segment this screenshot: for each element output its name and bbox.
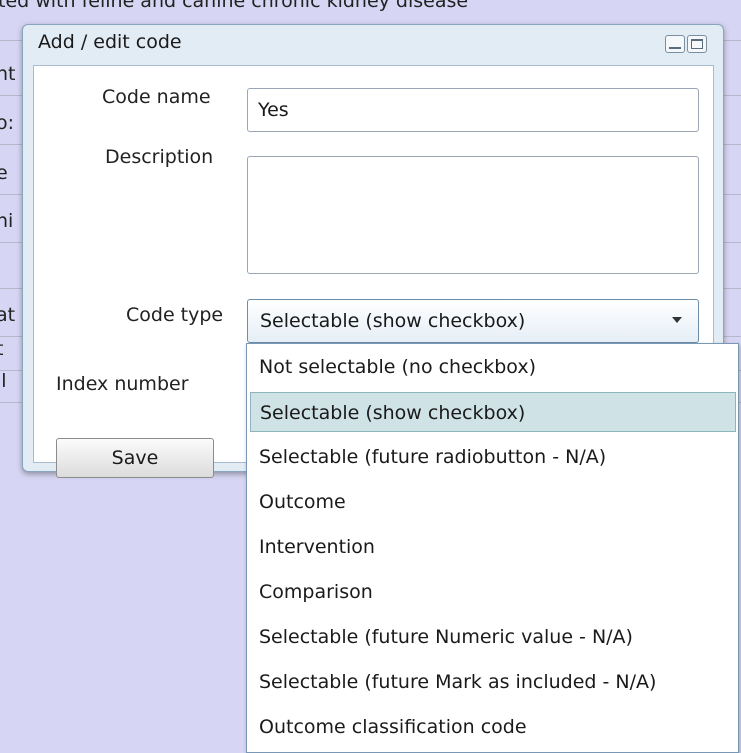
code-name-input[interactable]: [247, 88, 699, 132]
dropdown-option[interactable]: Comparison: [250, 572, 736, 612]
background-row-text: t: [0, 338, 3, 360]
code-type-select[interactable]: Selectable (show checkbox): [247, 299, 699, 343]
dropdown-option[interactable]: Selectable (future Numeric value - N/A): [250, 617, 736, 657]
save-button[interactable]: Save: [56, 438, 214, 478]
chevron-down-icon[interactable]: [672, 317, 682, 323]
background-row-text: o:: [0, 112, 15, 134]
code-type-label: Code type: [126, 304, 224, 326]
dropdown-option[interactable]: Outcome classification code: [250, 707, 736, 747]
background-row-text: il: [0, 370, 7, 392]
dialog-title: Add / edit code: [38, 31, 182, 53]
description-input[interactable]: [247, 156, 699, 274]
dropdown-option[interactable]: Selectable (future radiobutton - N/A): [250, 437, 736, 477]
code-type-dropdown-list: Not selectable (no checkbox) Selectable …: [246, 343, 739, 753]
background-row-text: at: [0, 304, 16, 326]
background-row-text: e: [0, 162, 8, 184]
dropdown-option[interactable]: Intervention: [250, 527, 736, 567]
background-row-text: ni: [0, 210, 14, 232]
dropdown-option[interactable]: Outcome: [250, 482, 736, 522]
index-number-label: Index number: [56, 373, 189, 395]
dropdown-option-selected[interactable]: Selectable (show checkbox): [250, 392, 736, 432]
background-row-text: nt: [0, 63, 16, 85]
dropdown-option[interactable]: Not selectable (no checkbox): [250, 347, 736, 387]
description-label: Description: [105, 146, 214, 168]
minimize-icon[interactable]: [665, 35, 685, 53]
dropdown-option[interactable]: Selectable (future Mark as included - N/…: [250, 662, 736, 702]
maximize-icon[interactable]: [687, 35, 707, 53]
code-type-selected-value: Selectable (show checkbox): [260, 310, 526, 332]
code-name-label: Code name: [102, 86, 211, 108]
